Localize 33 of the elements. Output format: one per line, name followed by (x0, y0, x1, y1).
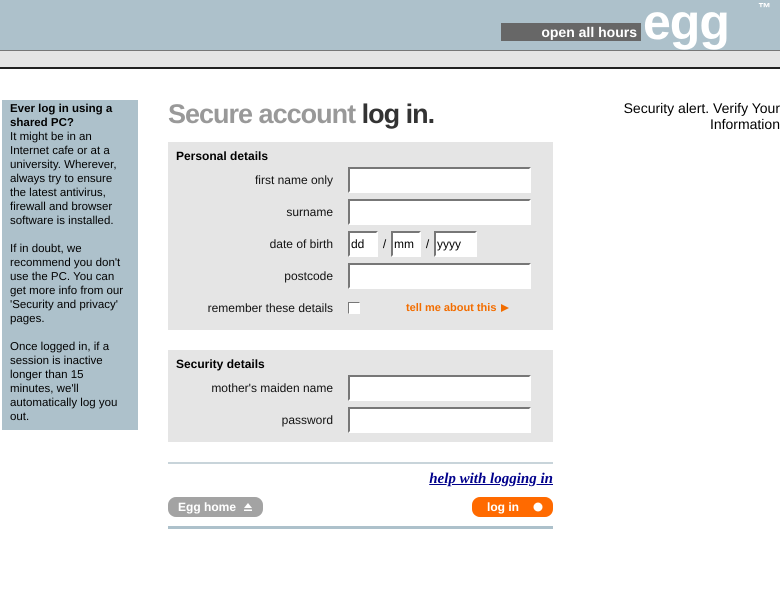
trademark: ™ (758, 1, 771, 15)
tagline: open all hours (501, 23, 641, 41)
date-field[interactable]: dd (348, 231, 378, 257)
input-field[interactable] (348, 167, 531, 193)
dot-icon (533, 502, 543, 512)
field-label: mother's maiden name (210, 381, 334, 395)
triangle-icon (501, 304, 510, 312)
field-label: first name only (254, 173, 334, 187)
date-separator: / (424, 237, 430, 251)
sidebar-paragraph: It might be in an Internet cafe or at a university. Wherever, always try to ensure the latest antivirus, firewall and browser software is installed. (10, 130, 118, 228)
field-label: surname (285, 205, 334, 219)
section-heading: Security details (176, 357, 266, 371)
date-field[interactable]: mm (391, 231, 421, 257)
field-label: password (280, 413, 334, 427)
input-field[interactable] (348, 263, 531, 289)
help-link[interactable]: help with logging in (429, 471, 553, 487)
field-label: date of birth (268, 237, 334, 251)
page-title: Secure account log in. (168, 98, 436, 131)
sidebar-heading: Ever log in using a shared PC? (10, 102, 114, 130)
field-label: remember these details (206, 301, 334, 315)
date-field[interactable]: yyyy (434, 231, 477, 257)
logo: egg (643, 0, 729, 52)
alert-text: Security alert. Verify Your Information (622, 100, 780, 132)
field-label: postcode (283, 269, 334, 283)
input-field[interactable] (348, 375, 531, 401)
date-separator: / (382, 237, 388, 251)
password-field[interactable] (348, 407, 531, 433)
input-field[interactable] (348, 199, 531, 225)
checkbox[interactable] (348, 302, 360, 314)
sidebar-paragraph: If in doubt, we recommend you don't use the PC. You can get more info from our 'Security and privacy' pages. (10, 242, 124, 326)
sidebar-paragraph: Once logged in, if a session is inactive longer than 15 minutes, we'll automatically log you out. (10, 340, 118, 424)
section-heading: Personal details (176, 149, 270, 163)
eject-icon (243, 502, 254, 512)
